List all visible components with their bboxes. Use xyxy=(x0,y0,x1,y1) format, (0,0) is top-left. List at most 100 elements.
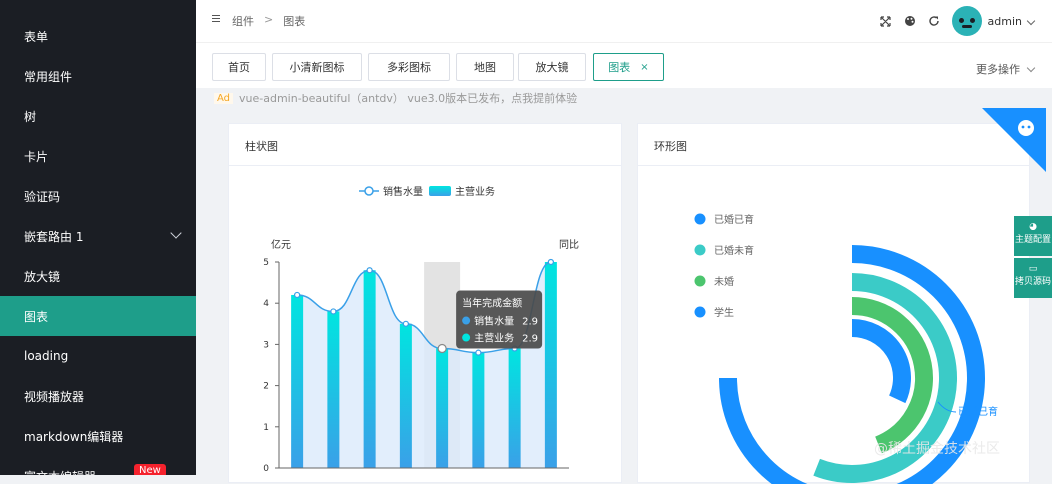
sidebar-item[interactable]: 放大镜 xyxy=(0,256,196,296)
line-point xyxy=(475,349,482,356)
tab-map[interactable]: 地图 xyxy=(456,53,514,81)
sidebar-item-label: 验证码 xyxy=(24,189,61,204)
sidebar-item-label: 树 xyxy=(24,109,37,124)
sidebar-item-label: 卡片 xyxy=(24,149,49,164)
tab-label: 图表 xyxy=(608,61,631,74)
more-actions-label: 更多操作 xyxy=(976,63,1020,76)
tooltip-title: 当年完成金额 xyxy=(462,297,522,310)
chevron-down-icon xyxy=(1026,63,1036,72)
legend-line-marker xyxy=(364,186,374,196)
refresh-icon[interactable] xyxy=(926,13,942,29)
card-title: 柱状图 xyxy=(245,140,278,153)
y-tick-label: 0 xyxy=(263,464,269,474)
line-point xyxy=(294,291,301,299)
bar xyxy=(291,294,304,468)
sidebar-item[interactable]: 树 xyxy=(0,96,196,136)
navbar-right: admin xyxy=(878,0,1052,42)
sidebar-item-label: 视频播放器 xyxy=(24,389,85,404)
theme-palette-icon[interactable] xyxy=(902,13,918,29)
legend-label: 已婚未育 xyxy=(714,244,754,257)
tab-label: 放大镜 xyxy=(535,61,569,74)
theme-config-button[interactable]: ◕ 主题配置 xyxy=(1014,216,1052,256)
legend-marker xyxy=(694,244,706,256)
breadcrumb: 组件 > 图表 xyxy=(232,13,305,29)
tab-fresh-icons[interactable]: 小清新图标 xyxy=(272,53,362,81)
tab-label: 地图 xyxy=(474,61,496,74)
tab-charts[interactable]: 图表 × xyxy=(593,53,664,81)
chevron-down-icon[interactable] xyxy=(1026,16,1036,26)
ring-segment xyxy=(851,319,911,404)
more-actions-dropdown[interactable]: 更多操作 xyxy=(976,61,1036,77)
tab-label: 小清新图标 xyxy=(289,61,345,74)
legend-marker xyxy=(694,213,706,225)
legend-marker xyxy=(694,306,706,318)
bar xyxy=(508,348,521,468)
sidebar-item[interactable]: 视频播放器 xyxy=(0,376,196,416)
main-area: 组件 > 图表 admin 首页 小清新图标 多彩图标 地图 放大镜 图表 × … xyxy=(196,0,1052,484)
sidebar-item[interactable]: 嵌套路由 1 xyxy=(0,216,196,256)
tabs-bar: 首页 小清新图标 多彩图标 地图 放大镜 图表 × 更多操作 xyxy=(196,42,1052,88)
sidebar-item-label: markdown编辑器 xyxy=(24,429,124,444)
sidebar-item[interactable]: loading xyxy=(0,336,196,376)
sidebar-item-label: 图表 xyxy=(24,309,49,324)
line-point xyxy=(330,308,337,315)
fullscreen-icon[interactable] xyxy=(878,13,894,29)
y-right-axis-label: 同比 xyxy=(559,239,579,251)
legend-marker xyxy=(694,275,706,287)
watermark: @稀土掘金技术社区 xyxy=(874,441,1000,457)
sidebar: WebSocket 表单常用组件树卡片验证码嵌套路由 1 放大镜图表 loading 视… xyxy=(0,0,196,475)
sidebar-item[interactable]: 富文本编辑器 New xyxy=(0,456,196,475)
tab-color-icons[interactable]: 多彩图标 xyxy=(368,53,450,81)
breadcrumb-item[interactable]: 组件 xyxy=(232,13,254,29)
avatar[interactable] xyxy=(951,6,982,36)
tab-label: 多彩图标 xyxy=(387,61,431,74)
sidebar-item-label: 富文本编辑器 xyxy=(24,468,96,476)
sidebar-item[interactable]: 常用组件 xyxy=(0,56,196,96)
legend-label: 未婚 xyxy=(714,275,734,288)
palette-icon: ◕ xyxy=(1029,222,1037,232)
ad-banner[interactable]: Ad vue-admin-beautiful（antdv） vue3.0版本已发… xyxy=(214,90,577,106)
ad-tag: Ad xyxy=(214,92,234,104)
navbar: 组件 > 图表 admin xyxy=(196,0,1052,42)
sidebar-item[interactable]: 卡片 xyxy=(0,136,196,176)
breadcrumb-separator: > xyxy=(264,13,274,26)
bar xyxy=(363,270,376,468)
tooltip-marker xyxy=(462,333,471,342)
username[interactable]: admin xyxy=(988,15,1022,28)
y-axis-label: 亿元 xyxy=(271,238,291,251)
tooltip-row-name: 主营业务 xyxy=(474,332,514,345)
tooltip-row-value: 2.9 xyxy=(522,317,538,328)
card-title: 环形图 xyxy=(654,140,687,153)
new-badge: New xyxy=(134,464,166,475)
sidebar-item[interactable]: 验证码 xyxy=(0,176,196,216)
sidebar-item-label: 表单 xyxy=(24,29,49,44)
right-tool-label: 拷贝源码 xyxy=(1014,277,1051,287)
copy-source-button[interactable]: ▭ 拷贝源码 xyxy=(1014,258,1052,298)
github-corner-icon[interactable] xyxy=(982,108,1046,172)
sidebar-item[interactable]: markdown编辑器 xyxy=(0,416,196,456)
bar xyxy=(436,348,449,468)
tab-home[interactable]: 首页 xyxy=(212,53,266,81)
legend-label: 学生 xyxy=(714,306,734,319)
sidebar-item[interactable]: 表单 xyxy=(0,16,196,56)
right-tool-label: 主题配置 xyxy=(1014,235,1051,245)
line-point xyxy=(437,343,447,354)
line-point xyxy=(366,267,373,274)
line-point xyxy=(402,320,409,327)
y-tick-label: 3 xyxy=(263,340,269,350)
breadcrumb-item: 图表 xyxy=(283,15,306,28)
bar xyxy=(472,352,485,468)
sidebar-item[interactable]: WebSocket xyxy=(0,0,196,16)
chevron-down-icon[interactable] xyxy=(170,227,182,239)
bar xyxy=(399,323,412,468)
close-icon[interactable]: × xyxy=(640,62,648,73)
ring-chart: 已婚已育已婚未育未婚学生已婚已育 xyxy=(694,213,998,484)
ad-text[interactable]: vue-admin-beautiful（antdv） vue3.0版本已发布，点… xyxy=(239,90,577,106)
legend-label: 主营业务 xyxy=(455,185,495,198)
menu-toggle-icon[interactable] xyxy=(212,14,222,24)
y-tick-label: 2 xyxy=(263,382,269,392)
sidebar-item[interactable]: 图表 xyxy=(0,296,196,336)
legend-label: 已婚已育 xyxy=(714,213,754,226)
sidebar-item-label: 放大镜 xyxy=(24,269,61,284)
tab-magnifier[interactable]: 放大镜 xyxy=(518,53,586,81)
